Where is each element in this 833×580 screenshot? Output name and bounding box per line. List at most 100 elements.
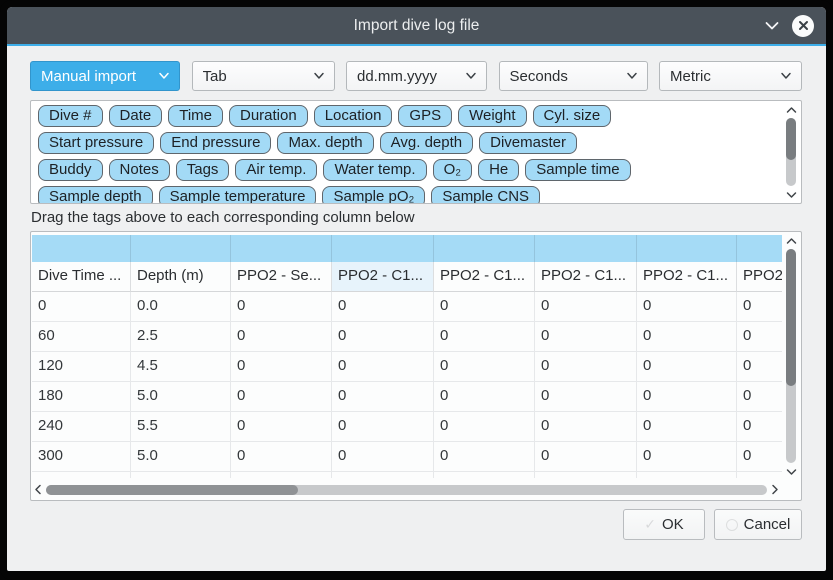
tag-gps[interactable]: GPS — [398, 105, 452, 127]
table-horizontal-scrollbar[interactable] — [34, 481, 779, 498]
tag-palette-scrollbar[interactable] — [783, 103, 799, 201]
scrollbar-track[interactable] — [786, 249, 796, 463]
table-cell: 0 — [637, 352, 737, 382]
cancel-icon — [726, 519, 738, 531]
table-cell: 0 — [535, 322, 637, 352]
column-header[interactable]: Depth (m) — [131, 262, 231, 292]
scrollbar-track[interactable] — [46, 485, 767, 495]
import-options-row: Manual import Tab dd.mm.yyyy Seconds Met… — [30, 61, 802, 91]
tag-row-clipped: Sample depth Sample temperature Sample pO₂… — [35, 184, 781, 204]
table-row: 300 5.0 0 0 0 0 0 0 — [32, 442, 782, 472]
table-cell: 0 — [332, 322, 434, 352]
tag-sample-depth[interactable]: Sample depth — [38, 186, 153, 204]
table-row: 180 5.0 0 0 0 0 0 0 — [32, 382, 782, 412]
close-icon[interactable] — [792, 15, 814, 37]
table-cell: 0 — [637, 442, 737, 472]
table-cell: 0 — [332, 292, 434, 322]
drop-target-cell[interactable] — [32, 235, 131, 262]
table-vertical-scrollbar[interactable] — [783, 234, 799, 478]
tag-avg-depth[interactable]: Avg. depth — [380, 132, 473, 154]
units-select[interactable]: Metric — [659, 61, 802, 91]
table-cell: 0 — [535, 412, 637, 442]
chevron-right-icon[interactable] — [771, 483, 779, 496]
drop-target-cell[interactable] — [737, 235, 782, 262]
field-separator-select[interactable]: Tab — [192, 61, 335, 91]
titlebar[interactable]: Import dive log file — [7, 7, 826, 44]
tag-he[interactable]: He — [478, 159, 519, 181]
tag-time[interactable]: Time — [168, 105, 223, 127]
table-header-row: Dive Time ... Depth (m) PPO2 - Se... PPO… — [32, 262, 782, 292]
table-cell: 240 — [32, 412, 131, 442]
tag-date[interactable]: Date — [109, 105, 163, 127]
drop-target-cell[interactable] — [434, 235, 535, 262]
ok-button[interactable]: ✓ OK — [623, 509, 705, 540]
chevron-down-icon — [313, 72, 325, 80]
tag-buddy[interactable]: Buddy — [38, 159, 103, 181]
tag-start-pressure[interactable]: Start pressure — [38, 132, 154, 154]
drop-target-cell[interactable] — [535, 235, 637, 262]
tag-max-depth[interactable]: Max. depth — [277, 132, 373, 154]
window-title: Import dive log file — [354, 17, 480, 35]
column-header[interactable]: PPO2 — [737, 262, 782, 292]
table-cell: 0 — [637, 382, 737, 412]
column-header[interactable]: Dive Time ... — [32, 262, 131, 292]
duration-format-select[interactable]: Seconds — [499, 61, 648, 91]
tag-weight[interactable]: Weight — [458, 105, 526, 127]
chevron-down-icon[interactable] — [786, 465, 797, 478]
table-cell: 0 — [737, 292, 782, 322]
chevron-down-icon[interactable] — [764, 21, 780, 31]
tag-sample-time[interactable]: Sample time — [525, 159, 630, 181]
scrollbar-thumb[interactable] — [786, 249, 796, 386]
table-cell: 300 — [32, 442, 131, 472]
tag-water-temp[interactable]: Water temp. — [323, 159, 426, 181]
tag-sample-po2[interactable]: Sample pO₂ — [322, 186, 425, 204]
drop-target-cell[interactable] — [332, 235, 434, 262]
table-cell: 0 — [535, 292, 637, 322]
cancel-button[interactable]: Cancel — [714, 509, 802, 540]
tag-cyl-size[interactable]: Cyl. size — [533, 105, 612, 127]
table-cell: 5.0 — [131, 442, 231, 472]
table-row: 60 2.5 0 0 0 0 0 0 — [32, 322, 782, 352]
column-header[interactable]: PPO2 - C1... — [535, 262, 637, 292]
tag-dive-number[interactable]: Dive # — [38, 105, 103, 127]
table-cell: 0 — [535, 442, 637, 472]
tag-notes[interactable]: Notes — [109, 159, 170, 181]
table-row-clipped — [32, 472, 782, 478]
tag-location[interactable]: Location — [314, 105, 393, 127]
column-header[interactable]: PPO2 - Se... — [231, 262, 332, 292]
dialog-button-row: ✓ OK Cancel — [623, 509, 802, 540]
column-header[interactable]: PPO2 - C1... — [434, 262, 535, 292]
tag-sample-temperature[interactable]: Sample temperature — [159, 186, 317, 204]
cancel-button-label: Cancel — [744, 516, 791, 533]
table-cell: 0 — [231, 412, 332, 442]
tag-o2[interactable]: O₂ — [433, 159, 473, 181]
chevron-left-icon[interactable] — [34, 483, 42, 496]
scrollbar-thumb[interactable] — [786, 118, 796, 160]
import-mode-select[interactable]: Manual import — [30, 61, 180, 91]
chevron-up-icon[interactable] — [786, 234, 797, 247]
table-cell: 0 — [231, 382, 332, 412]
chevron-up-icon[interactable] — [786, 103, 797, 116]
scrollbar-thumb[interactable] — [46, 485, 298, 495]
table-cell: 0 — [434, 442, 535, 472]
table-row: 120 4.5 0 0 0 0 0 0 — [32, 352, 782, 382]
column-header[interactable]: PPO2 - C1... — [637, 262, 737, 292]
table-cell: 0 — [231, 292, 332, 322]
table-cell: 0.0 — [131, 292, 231, 322]
tag-duration[interactable]: Duration — [229, 105, 308, 127]
chevron-down-icon[interactable] — [786, 188, 797, 201]
tag-tags[interactable]: Tags — [176, 159, 230, 181]
drop-target-cell[interactable] — [637, 235, 737, 262]
chevron-down-icon — [465, 72, 477, 80]
tag-air-temp[interactable]: Air temp. — [235, 159, 317, 181]
duration-format-value: Seconds — [510, 68, 626, 85]
tag-sample-cns[interactable]: Sample CNS — [431, 186, 540, 204]
tag-divemaster[interactable]: Divemaster — [479, 132, 577, 154]
drop-target-cell[interactable] — [231, 235, 332, 262]
column-header[interactable]: PPO2 - C1... — [332, 262, 434, 292]
date-format-select[interactable]: dd.mm.yyyy — [346, 61, 487, 91]
scrollbar-track[interactable] — [786, 118, 796, 186]
tag-end-pressure[interactable]: End pressure — [160, 132, 271, 154]
table-cell: 0 — [434, 412, 535, 442]
drop-target-cell[interactable] — [131, 235, 231, 262]
